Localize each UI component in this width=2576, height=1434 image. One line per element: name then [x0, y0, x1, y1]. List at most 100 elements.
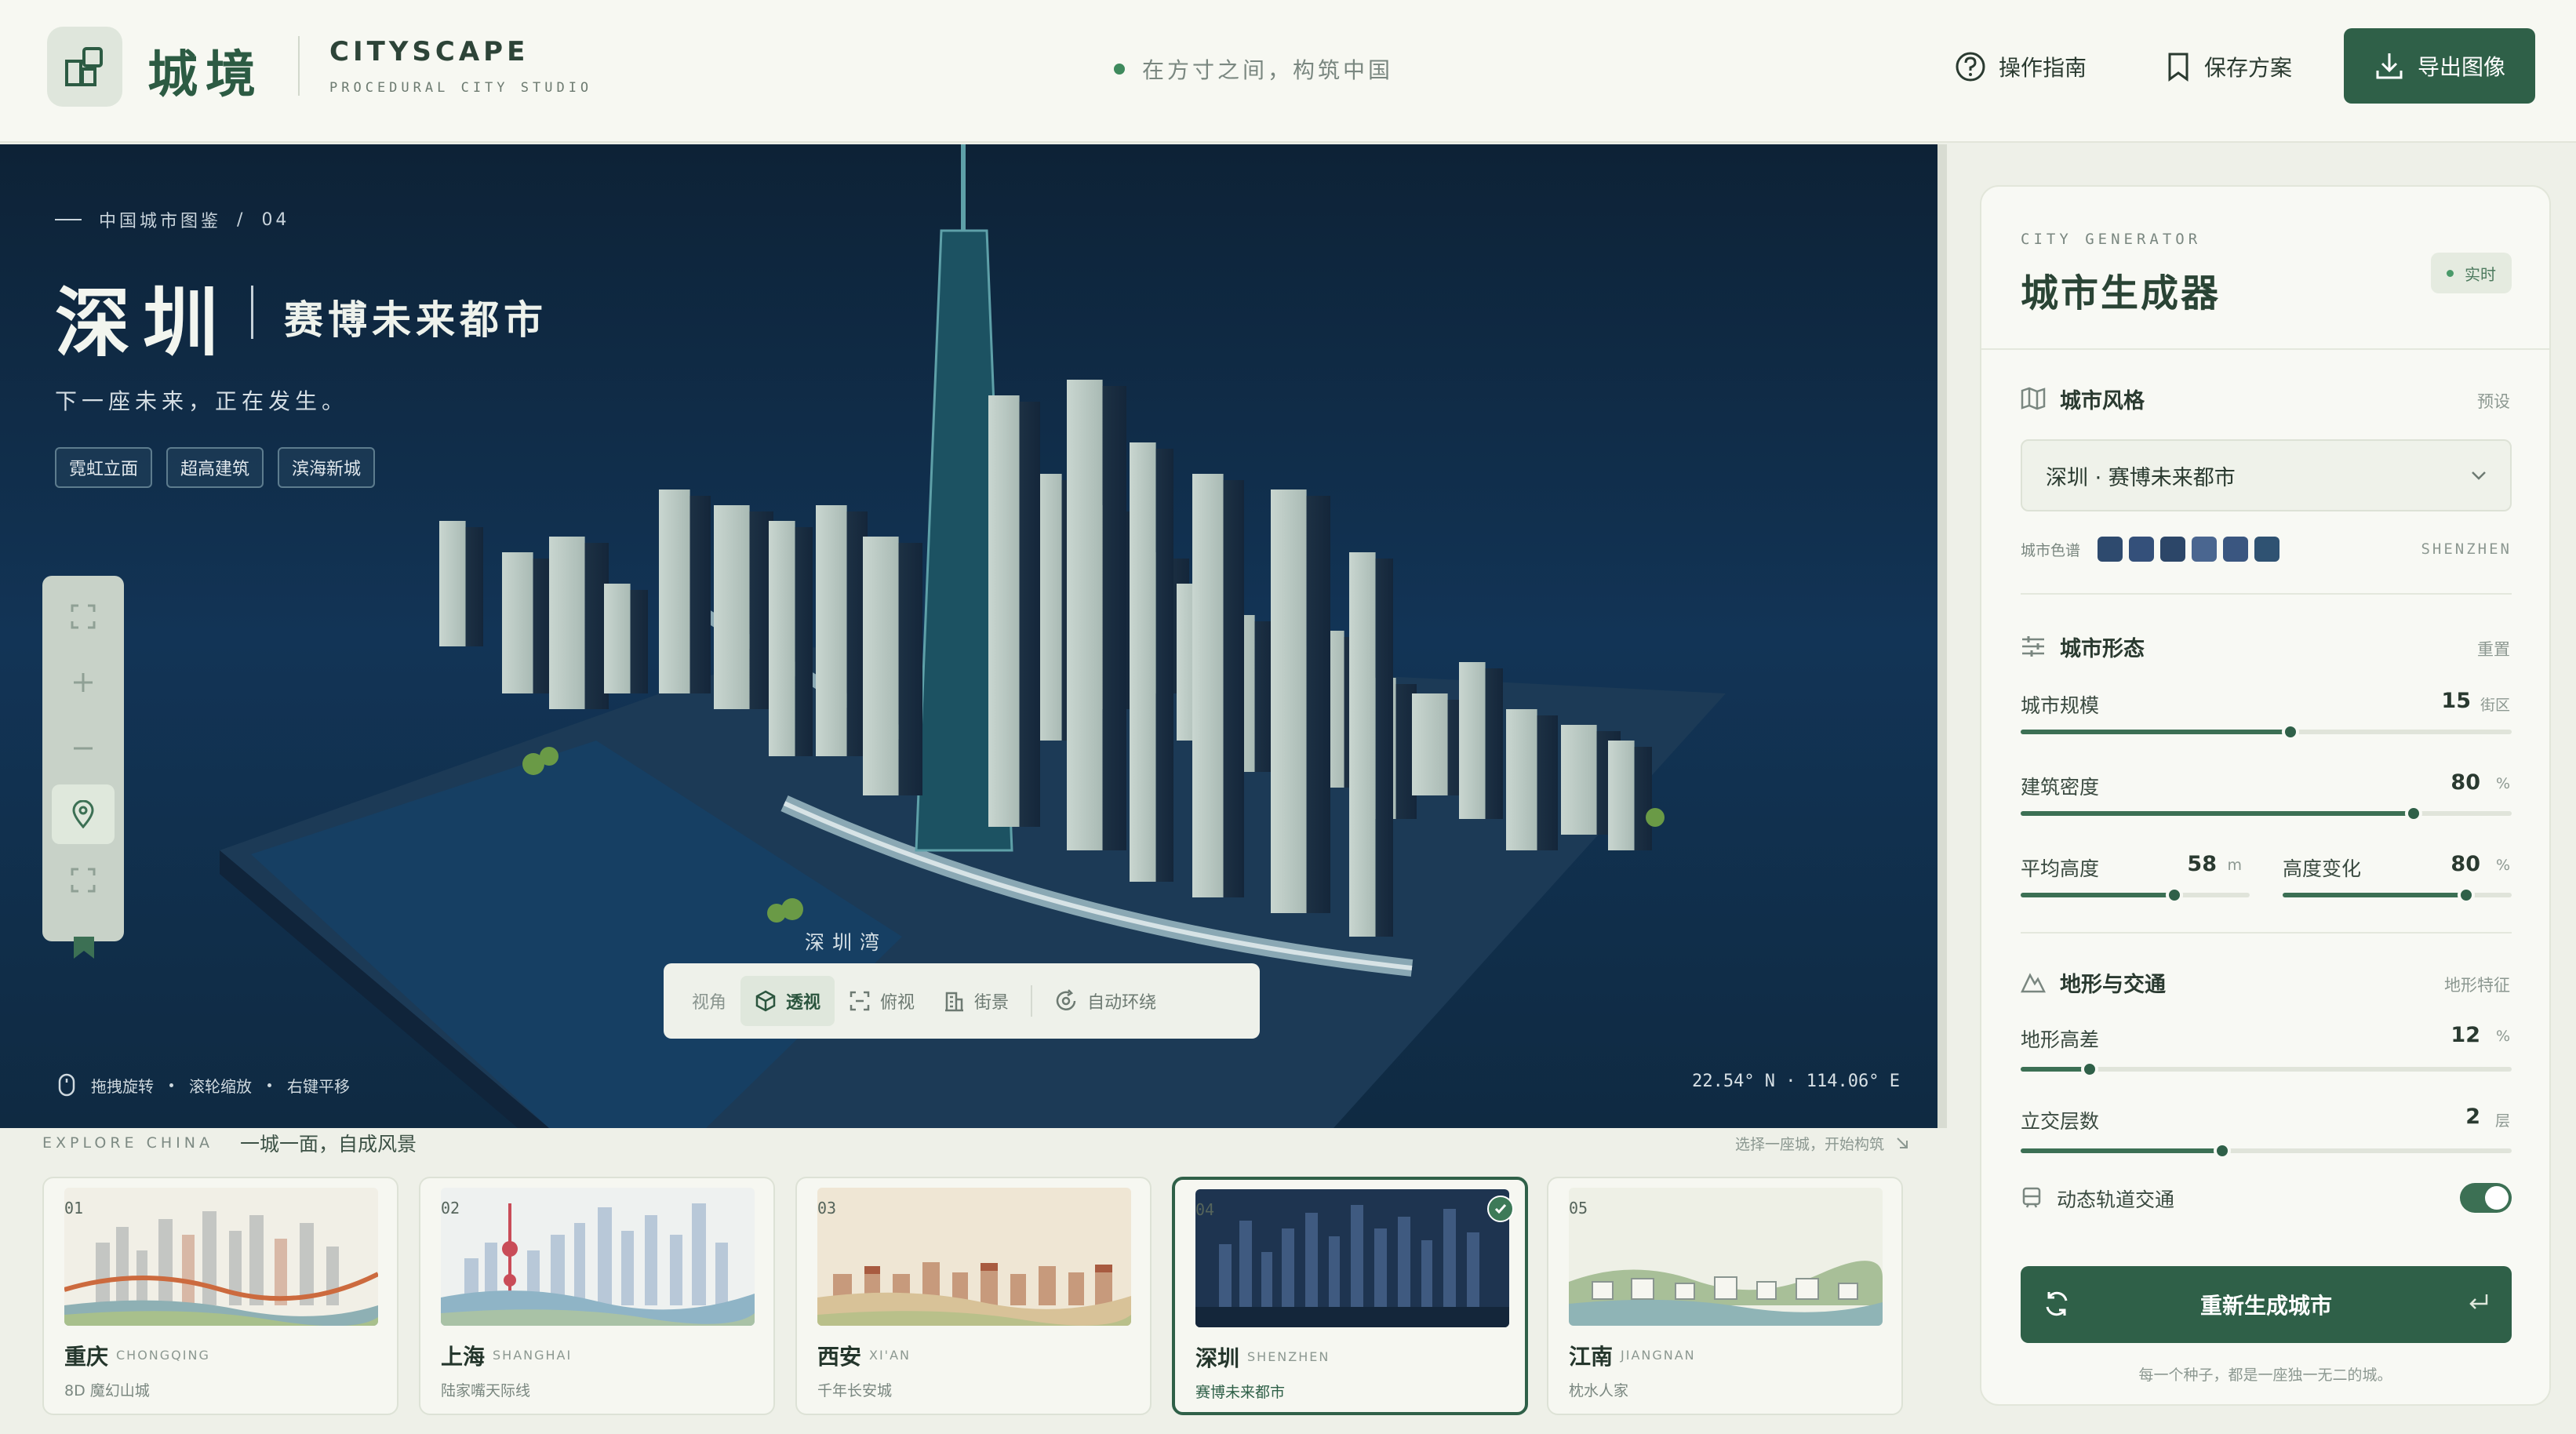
tower-building-side	[1537, 715, 1558, 850]
city-palette: 城市色谱 SHENZHEN	[2021, 535, 2512, 563]
form-reset-link[interactable]: 重置	[2477, 637, 2510, 661]
sliders-icon	[2022, 636, 2044, 657]
map-toolbar	[42, 576, 124, 959]
xian-thumbnail	[817, 1188, 1131, 1326]
tower-building-side	[465, 527, 483, 646]
feature-tags: 霓虹立面 超高建筑 滨海新城	[55, 447, 376, 488]
scale-slider[interactable]	[2021, 723, 2512, 741]
city-style-select[interactable]: 深圳 · 赛博未来都市	[2021, 439, 2512, 511]
guide-button[interactable]: 操作指南	[1955, 47, 2087, 86]
compass-marker-icon	[74, 937, 94, 959]
palette-swatch[interactable]	[2160, 537, 2186, 562]
bay-label: 深圳湾	[805, 931, 888, 954]
chongqing-thumbnail	[64, 1188, 378, 1326]
terrain-feature-link[interactable]: 地形特征	[2444, 973, 2510, 996]
location-pin-icon[interactable]	[52, 784, 115, 844]
hint-pan: 右键平移	[287, 1076, 350, 1096]
refresh-icon	[2046, 1291, 2068, 1316]
tagline-text: 在方寸之间，构筑中国	[1142, 57, 1394, 83]
palette-swatch[interactable]	[2098, 537, 2123, 562]
save-label: 保存方案	[2204, 55, 2293, 81]
elevation-unit: %	[2495, 1028, 2510, 1045]
zoom-out-icon[interactable]	[52, 719, 115, 778]
logo-icon	[47, 27, 122, 107]
feature-tag[interactable]: 超高建筑	[166, 447, 264, 488]
card-number: 02	[441, 1199, 460, 1217]
city-card-shenzhen[interactable]: 04 深圳 SHENZHEN 赛博未来都市	[1172, 1177, 1528, 1415]
tower-building	[549, 537, 585, 709]
city-card-shanghai[interactable]: 02 上海 SHANGHAI 陆家嘴天际线	[419, 1177, 775, 1415]
top-view-icon	[850, 991, 870, 1011]
interchange-unit: 层	[2494, 1112, 2510, 1130]
palette-swatch[interactable]	[2223, 537, 2249, 562]
height-var-slider[interactable]	[2283, 886, 2512, 904]
export-button[interactable]: 导出图像	[2344, 28, 2535, 104]
card-number: 05	[1569, 1199, 1588, 1217]
view-street-label: 街景	[974, 993, 1010, 1013]
tower-building	[502, 552, 533, 693]
card-city-desc: 千年长安城	[817, 1382, 893, 1399]
view-orbit-label: 自动环绕	[1087, 993, 1157, 1013]
live-badge: 实时	[2431, 253, 2512, 293]
interchange-value: 2	[2465, 1105, 2480, 1129]
interchange-slider[interactable]	[2021, 1142, 2512, 1159]
card-city-name: 重庆	[64, 1344, 109, 1370]
tower-building	[1459, 662, 1486, 819]
view-street-button[interactable]: 街景	[929, 976, 1023, 1026]
tower-building	[439, 521, 466, 646]
tower-building	[1412, 693, 1448, 795]
card-city-name-en: SHANGHAI	[493, 1348, 573, 1363]
density-slider[interactable]	[2021, 805, 2512, 822]
fit-view-icon[interactable]	[52, 850, 115, 910]
explore-label-cn: 一城一面，自成风景	[239, 1133, 417, 1156]
card-number: 01	[64, 1199, 84, 1217]
tower-building	[1192, 474, 1224, 897]
city-card-xian[interactable]: 03 西安 XI'AN 千年长安城	[795, 1177, 1152, 1415]
city-card-jiangnan[interactable]: 05 江南 JIANGNAN 枕水人家	[1547, 1177, 1903, 1415]
view-perspective-button[interactable]: 透视	[740, 976, 835, 1026]
cube-icon	[755, 990, 776, 1012]
card-city-desc: 8D 魔幻山城	[64, 1382, 150, 1399]
orbit-icon	[1056, 989, 1076, 1010]
tower-building-side	[898, 543, 922, 795]
rail-traffic-toggle[interactable]	[2460, 1183, 2512, 1213]
save-button[interactable]: 保存方案	[2165, 47, 2292, 86]
style-preset-link[interactable]: 预设	[2477, 389, 2510, 413]
card-city-name: 江南	[1569, 1344, 1614, 1370]
breadcrumb-index: 04	[261, 209, 290, 230]
city-style-value: 深圳 · 赛博未来都市	[2046, 465, 2236, 490]
view-top-button[interactable]: 俯视	[835, 976, 929, 1026]
export-label: 导出图像	[2417, 54, 2505, 80]
feature-tag[interactable]: 霓虹立面	[55, 447, 153, 488]
tower-building-side	[1375, 559, 1393, 937]
brand-divider	[298, 36, 300, 96]
zoom-in-icon[interactable]	[52, 653, 115, 712]
palette-swatch[interactable]	[2254, 537, 2280, 562]
coordinates-readout: 22.54° N · 114.06° E	[1692, 1072, 1900, 1091]
card-city-desc: 赛博未来都市	[1195, 1384, 1286, 1401]
tower-building-side	[630, 590, 648, 693]
shanghai-thumbnail	[441, 1188, 755, 1326]
palette-swatch[interactable]	[2129, 537, 2155, 562]
feature-tag[interactable]: 滨海新城	[278, 447, 376, 488]
card-city-name-en: JIANGNAN	[1621, 1348, 1696, 1363]
mouse-icon	[58, 1073, 75, 1097]
style-section-title: 城市风格	[2021, 383, 2145, 414]
city-card-chongqing[interactable]: 01 重庆 CHONGQING 8D 魔幻山城	[42, 1177, 398, 1415]
viewport-scrollbar[interactable]	[1937, 144, 1947, 1128]
scale-value: 15	[2441, 689, 2471, 713]
view-orbit-button[interactable]: 自动环绕	[1040, 976, 1170, 1026]
palette-swatch[interactable]	[2192, 537, 2218, 562]
regenerate-label: 重新生成城市	[2199, 1293, 2332, 1319]
mountain-icon	[2021, 973, 2046, 993]
regenerate-city-button[interactable]: 重新生成城市	[2021, 1266, 2512, 1343]
elevation-slider[interactable]	[2021, 1061, 2512, 1078]
guide-label: 操作指南	[1999, 55, 2087, 81]
avg-height-value: 58	[2187, 852, 2217, 876]
avg-height-slider[interactable]	[2021, 886, 2250, 904]
fullscreen-icon[interactable]	[52, 587, 115, 646]
elevation-label: 地形高差	[2021, 1028, 2100, 1051]
breadcrumb-section: 中国城市图鉴	[99, 212, 222, 231]
breadcrumb-separator: /	[237, 209, 246, 230]
city-viewport[interactable]: 中国城市图鉴 / 04 深圳 赛博未来都市 下一座未来，正在发生。 霓虹立面 超…	[0, 144, 1937, 1128]
